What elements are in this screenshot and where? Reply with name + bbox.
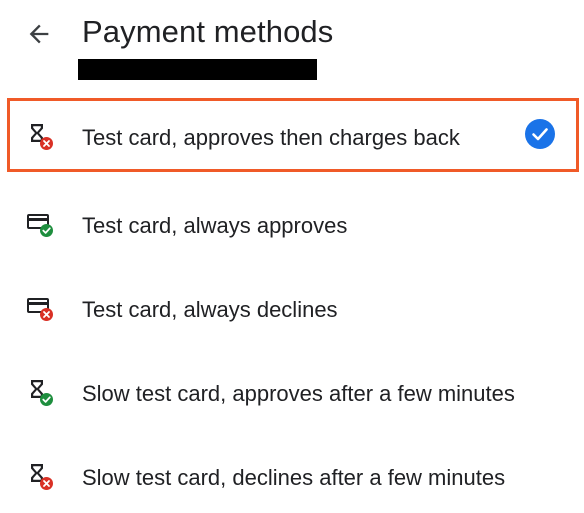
payment-method-label: Test card, always approves [82, 213, 348, 238]
payment-method-label: Test card, approves then charges back [82, 125, 460, 150]
arrow-back-icon [29, 24, 49, 44]
app-header: Payment methods [0, 0, 584, 90]
page-title: Payment methods [82, 14, 334, 49]
payment-method-label: Slow test card, approves after a few min… [82, 381, 515, 406]
credit-card-success-icon [27, 214, 53, 237]
hourglass-success-icon [31, 380, 53, 406]
redacted-account-info [78, 59, 317, 80]
payment-method-item[interactable]: Test card, always declines [0, 264, 584, 336]
credit-card-error-icon [27, 298, 53, 321]
hourglass-error-icon [31, 464, 53, 490]
payment-method-label: Test card, always declines [82, 297, 338, 322]
payment-method-item[interactable]: Test card, always approves [0, 180, 584, 252]
payment-method-item[interactable]: Test card, approves then charges back [0, 96, 584, 172]
selected-check-icon [525, 119, 555, 149]
payment-method-label: Slow test card, declines after a few min… [82, 465, 506, 490]
payment-method-item[interactable]: Slow test card, approves after a few min… [0, 348, 584, 420]
back-button[interactable] [22, 17, 56, 51]
payment-method-item[interactable]: Slow test card, declines after a few min… [0, 432, 584, 504]
hourglass-error-icon [31, 124, 53, 150]
